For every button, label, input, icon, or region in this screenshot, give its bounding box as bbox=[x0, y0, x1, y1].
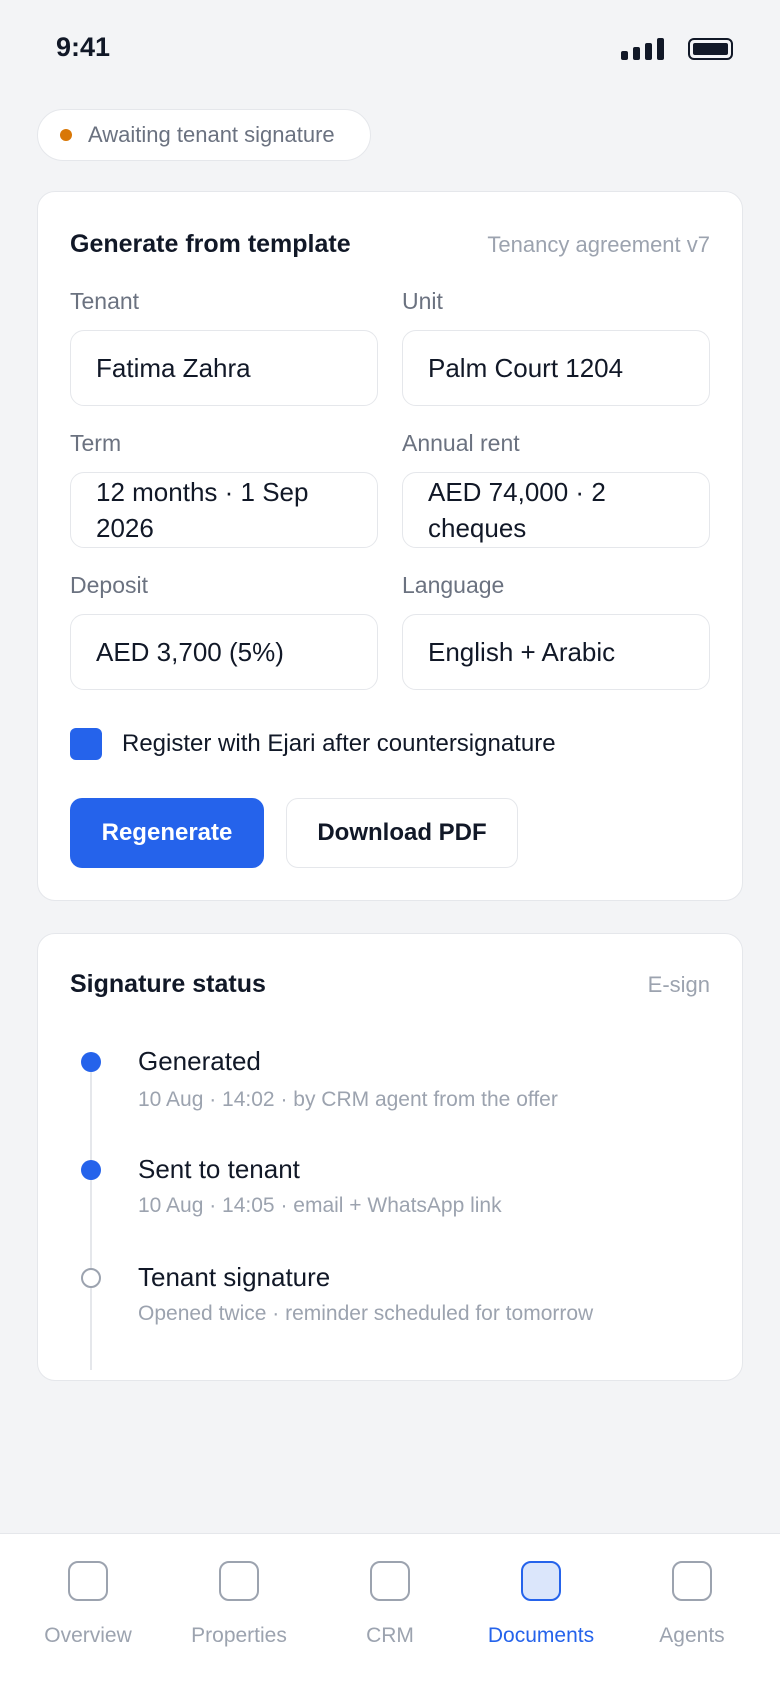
agents-icon bbox=[672, 1561, 712, 1601]
term-field[interactable]: 12 months · 1 Sep 2026 bbox=[70, 472, 378, 548]
tab-label: Properties bbox=[191, 1624, 287, 1647]
tab-label: Documents bbox=[487, 1624, 595, 1647]
signature-method: E-sign bbox=[647, 972, 710, 997]
tab-properties[interactable]: Properties bbox=[161, 1534, 317, 1688]
regenerate-button[interactable]: Regenerate bbox=[70, 798, 264, 868]
bottom-tab-bar: Overview Properties CRM Documents Agents bbox=[0, 1533, 780, 1688]
ejari-checkbox[interactable] bbox=[70, 728, 102, 760]
term-label: Term bbox=[70, 430, 122, 456]
annual-rent-field[interactable]: AED 74,000 · 2 cheques bbox=[402, 472, 710, 548]
timeline-line bbox=[90, 1062, 92, 1370]
signature-card-title: Signature status bbox=[70, 970, 266, 998]
properties-icon bbox=[219, 1561, 259, 1601]
tenant-field[interactable]: Fatima Zahra bbox=[70, 330, 378, 406]
timeline-step-detail: Opened twice · reminder scheduled for to… bbox=[138, 1302, 594, 1325]
timeline-step-detail: 10 Aug · 14:02 · by CRM agent from the o… bbox=[138, 1088, 558, 1111]
crm-icon bbox=[370, 1561, 410, 1601]
tab-label: Overview bbox=[44, 1624, 132, 1647]
status-dot-icon bbox=[60, 129, 72, 141]
timeline-step-title: Generated bbox=[138, 1046, 261, 1076]
template-card-title: Generate from template bbox=[70, 230, 351, 258]
tenant-label: Tenant bbox=[70, 288, 140, 314]
annual-rent-label: Annual rent bbox=[402, 430, 520, 456]
status-bar: 9:41 bbox=[0, 0, 780, 100]
timeline-step-title: Tenant signature bbox=[138, 1262, 331, 1292]
status-badge: Awaiting tenant signature bbox=[37, 109, 371, 161]
tab-documents[interactable]: Documents bbox=[463, 1534, 619, 1688]
tab-label: Agents bbox=[659, 1624, 725, 1647]
overview-icon bbox=[68, 1561, 108, 1601]
documents-icon bbox=[521, 1561, 561, 1601]
template-name: Tenancy agreement v7 bbox=[487, 232, 710, 257]
download-pdf-button[interactable]: Download PDF bbox=[286, 798, 518, 868]
deposit-field[interactable]: AED 3,700 (5%) bbox=[70, 614, 378, 690]
language-field[interactable]: English + Arabic bbox=[402, 614, 710, 690]
status-badge-label: Awaiting tenant signature bbox=[88, 122, 335, 147]
tab-overview[interactable]: Overview bbox=[10, 1534, 166, 1688]
step-complete-icon bbox=[81, 1052, 101, 1072]
status-time: 9:41 bbox=[56, 32, 111, 62]
unit-label: Unit bbox=[402, 288, 443, 314]
tab-label: CRM bbox=[366, 1624, 414, 1647]
step-pending-icon bbox=[81, 1268, 101, 1288]
template-card: Generate from template Tenancy agreement… bbox=[37, 191, 743, 901]
timeline-step-title: Sent to tenant bbox=[138, 1154, 300, 1184]
language-label: Language bbox=[402, 572, 505, 598]
tab-agents[interactable]: Agents bbox=[614, 1534, 770, 1688]
deposit-label: Deposit bbox=[70, 572, 148, 598]
signature-card: Signature status E-sign Generated 10 Aug… bbox=[37, 933, 743, 1381]
unit-field[interactable]: Palm Court 1204 bbox=[402, 330, 710, 406]
signal-icon bbox=[621, 38, 667, 60]
battery-icon bbox=[688, 38, 733, 60]
timeline-step-detail: 10 Aug · 14:05 · email + WhatsApp link bbox=[138, 1194, 502, 1217]
step-complete-icon bbox=[81, 1160, 101, 1180]
ejari-checkbox-label: Register with Ejari after countersignatu… bbox=[122, 730, 556, 757]
tab-crm[interactable]: CRM bbox=[312, 1534, 468, 1688]
